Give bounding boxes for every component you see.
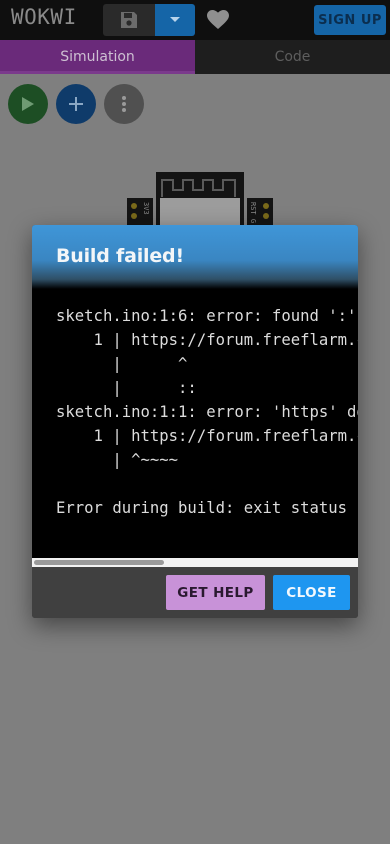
tab-code[interactable]: Code bbox=[195, 40, 390, 74]
build-log[interactable]: sketch.ino:1:6: error: found ':' in nest… bbox=[32, 289, 358, 558]
log-line: | ^~~~~ bbox=[56, 451, 179, 469]
log-line: sketch.ino:1:1: error: 'https' does not … bbox=[56, 403, 358, 421]
heart-icon bbox=[207, 10, 229, 29]
wokwi-logo[interactable]: WOKWI bbox=[11, 5, 77, 29]
like-button[interactable] bbox=[206, 9, 230, 31]
get-help-button[interactable]: GET HELP bbox=[166, 575, 265, 610]
esp32-board[interactable]: 3V3 RST G bbox=[127, 172, 273, 232]
editor-tabs: Simulation Code bbox=[0, 40, 390, 74]
log-line: | :: bbox=[56, 379, 197, 397]
tab-simulation[interactable]: Simulation bbox=[0, 40, 195, 74]
more-vert-icon bbox=[122, 96, 126, 112]
dialog-title: Build failed! bbox=[56, 245, 184, 267]
sign-up-button[interactable]: SIGN UP bbox=[314, 5, 386, 35]
top-bar: WOKWI SIGN UP bbox=[0, 0, 390, 40]
dialog-header: Build failed! bbox=[32, 225, 358, 289]
pin-label-rst: RST G bbox=[249, 202, 257, 223]
log-line: | ^ bbox=[56, 355, 188, 373]
caret-down-icon bbox=[170, 17, 180, 22]
log-line: 1 | https://forum.freeflarm.com bbox=[56, 427, 358, 445]
log-line: Error during build: exit status 1 bbox=[56, 499, 358, 517]
close-button[interactable]: CLOSE bbox=[273, 575, 350, 610]
save-options-dropdown-button[interactable] bbox=[155, 4, 195, 36]
pin-label-3v3: 3V3 bbox=[142, 202, 150, 215]
more-options-button[interactable] bbox=[104, 84, 144, 124]
start-simulation-button[interactable] bbox=[8, 84, 48, 124]
dialog-actions: GET HELP CLOSE bbox=[32, 567, 358, 618]
save-icon bbox=[121, 12, 137, 28]
log-line: sketch.ino:1:6: error: found ':' in nest… bbox=[56, 307, 357, 325]
scrollbar-thumb[interactable] bbox=[34, 560, 164, 565]
add-part-button[interactable] bbox=[56, 84, 96, 124]
play-icon bbox=[22, 97, 34, 111]
horizontal-scrollbar[interactable] bbox=[32, 558, 358, 567]
build-failed-dialog: Build failed! sketch.ino:1:6: error: fou… bbox=[32, 225, 358, 618]
save-button[interactable] bbox=[103, 4, 155, 36]
plus-icon bbox=[69, 97, 83, 111]
build-output-text: sketch.ino:1:6: error: found ':' in nest… bbox=[56, 304, 358, 520]
log-line: 1 | https://forum.freeflarm.com bbox=[56, 331, 358, 349]
